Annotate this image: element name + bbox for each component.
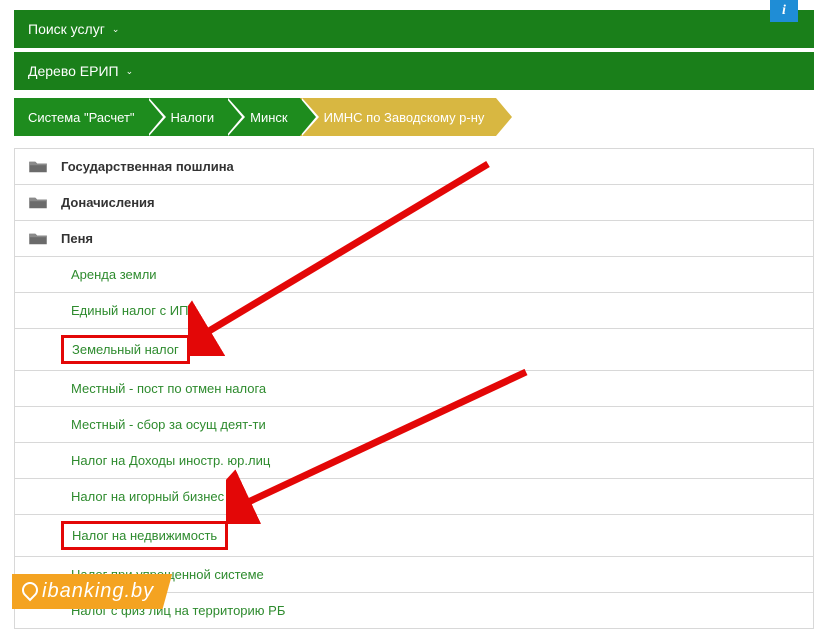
folder-icon <box>29 160 47 174</box>
erip-tree-bar[interactable]: Дерево ЕРИП ⌄ <box>14 52 814 90</box>
erip-tree-label: Дерево ЕРИП <box>28 63 119 79</box>
service-item[interactable]: Налог на недвижимость <box>15 515 813 557</box>
folder-row[interactable]: Пеня <box>15 221 813 257</box>
watermark-logo: ibanking.by <box>12 574 172 609</box>
service-label: Местный - сбор за осущ деят-ти <box>71 417 266 432</box>
folder-row[interactable]: Государственная пошлина <box>15 149 813 185</box>
chevron-down-icon: ⌄ <box>126 66 134 77</box>
service-item[interactable]: Местный - сбор за осущ деят-ти <box>15 407 813 443</box>
service-label: Единый налог с ИП <box>71 303 188 318</box>
search-services-bar[interactable]: Поиск услуг ⌄ <box>14 10 814 48</box>
service-label: Налог на недвижимость <box>61 521 228 550</box>
search-services-label: Поиск услуг <box>28 21 105 37</box>
folder-icon <box>29 196 47 210</box>
folder-label: Доначисления <box>61 195 155 210</box>
service-label: Аренда земли <box>71 267 157 282</box>
service-item[interactable]: Налог на игорный бизнес <box>15 479 813 515</box>
service-label: Земельный налог <box>61 335 190 364</box>
service-label: Налог на Доходы иностр. юр.лиц <box>71 453 270 468</box>
breadcrumb: Система "Расчет"НалогиМинскИМНС по Завод… <box>14 98 814 136</box>
chevron-down-icon: ⌄ <box>112 24 120 35</box>
service-item[interactable]: Земельный налог <box>15 329 813 371</box>
folder-label: Пеня <box>61 231 93 246</box>
service-label: Местный - пост по отмен налога <box>71 381 266 396</box>
breadcrumb-item-0[interactable]: Система "Расчет" <box>14 98 147 136</box>
folder-label: Государственная пошлина <box>61 159 234 174</box>
service-label: Налог на игорный бизнес <box>71 489 224 504</box>
info-icon: i <box>782 3 786 19</box>
service-item[interactable]: Аренда земли <box>15 257 813 293</box>
folder-icon <box>29 232 47 246</box>
services-list: Государственная пошлина Доначисления Пеня А… <box>14 148 814 629</box>
service-item[interactable]: Налог на Доходы иностр. юр.лиц <box>15 443 813 479</box>
breadcrumb-item-3[interactable]: ИМНС по Заводскому р-ну <box>300 98 497 136</box>
info-button[interactable]: i <box>770 0 798 22</box>
service-item[interactable]: Местный - пост по отмен налога <box>15 371 813 407</box>
folder-row[interactable]: Доначисления <box>15 185 813 221</box>
service-item[interactable]: Единый налог с ИП <box>15 293 813 329</box>
